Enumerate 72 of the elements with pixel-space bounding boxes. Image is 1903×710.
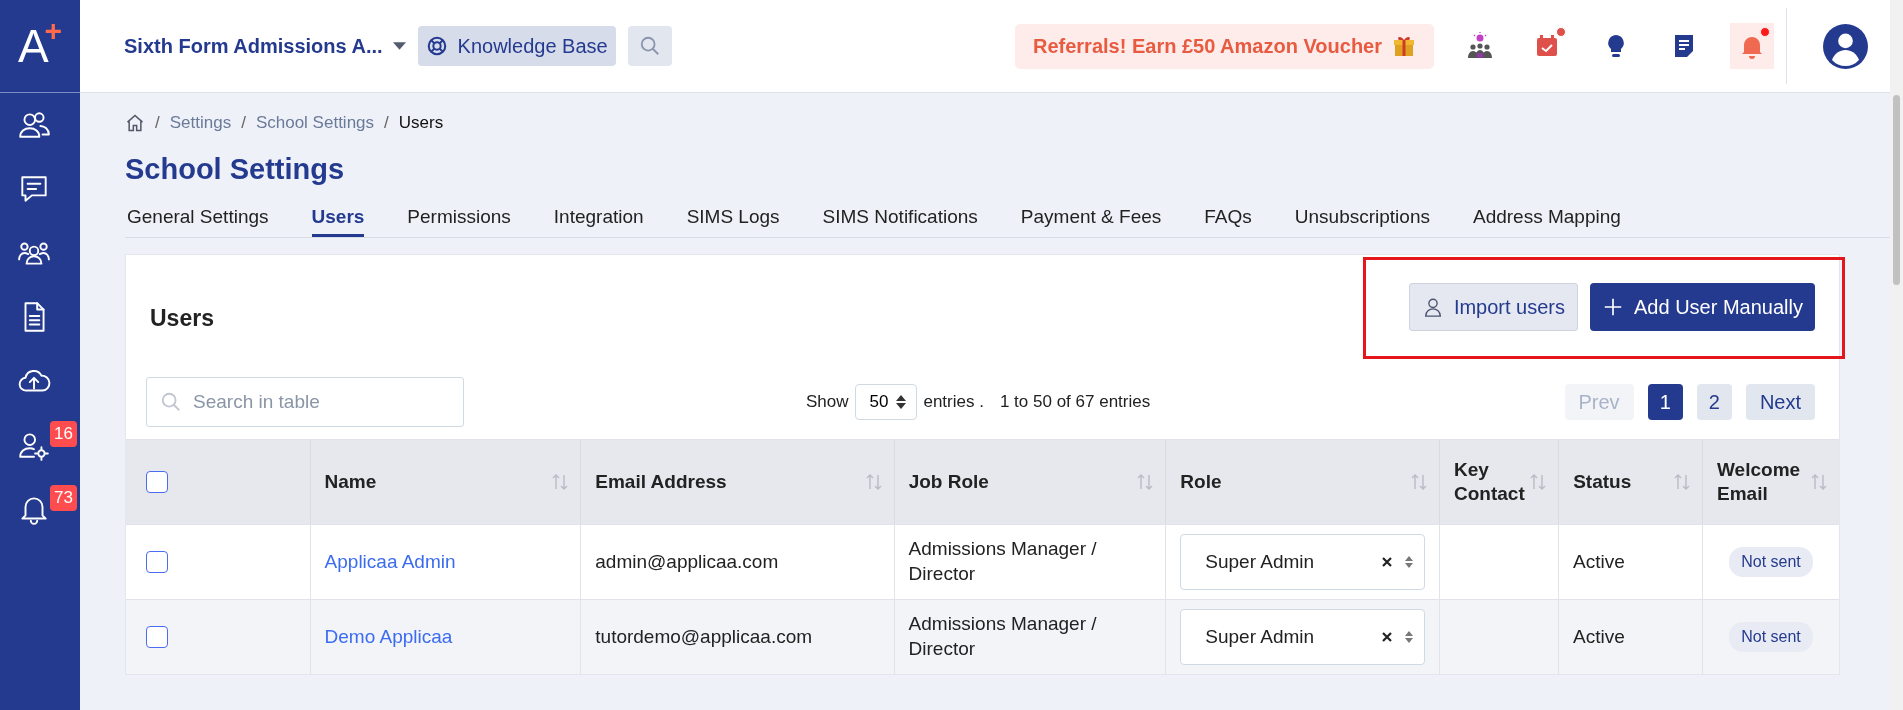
tab[interactable]: SIMS Notifications <box>822 206 978 237</box>
show-label: Show <box>806 392 849 412</box>
search-icon <box>638 35 661 57</box>
job-role-cell-text: Admissions Manager / Director <box>908 612 1098 661</box>
email-cell-text: tutordemo@applicaa.com <box>595 624 813 649</box>
count-badge: 73 <box>50 485 77 511</box>
tab[interactable]: SIMS Logs <box>686 206 780 237</box>
page-title: School Settings <box>125 153 346 186</box>
tab[interactable]: FAQs <box>1204 206 1252 237</box>
breadcrumb-link[interactable]: School Settings <box>255 113 375 133</box>
email-cell-text: admin@applicaa.com <box>595 549 779 574</box>
add-user-button[interactable]: Add User Manually <box>1590 283 1815 331</box>
notification-button[interactable] <box>1730 23 1774 69</box>
column-header[interactable]: Email Address <box>595 470 727 494</box>
breadcrumb-current: Users <box>398 113 444 133</box>
user-avatar[interactable] <box>1823 23 1868 69</box>
column-header[interactable]: Welcome Email <box>1717 458 1809 506</box>
entries-info: 1 to 50 of 67 entries <box>999 392 1151 412</box>
page-button[interactable]: 2 <box>1696 384 1732 420</box>
welcome-email-badge: Not sent <box>1729 546 1813 578</box>
row-checkbox[interactable] <box>146 626 168 648</box>
search-button[interactable] <box>627 26 672 66</box>
breadcrumb-separator: / <box>241 113 246 133</box>
page-button[interactable]: 1 <box>1647 384 1683 420</box>
updown-icon <box>1403 630 1414 644</box>
entries-label: entries . <box>923 392 984 412</box>
column-header[interactable]: Role <box>1180 470 1222 494</box>
home-icon[interactable] <box>125 113 145 133</box>
select-all-checkbox[interactable] <box>146 471 168 493</box>
role-select[interactable]: Super Admin <box>1180 609 1425 665</box>
column-header[interactable]: Job Role <box>908 470 989 494</box>
search-field[interactable]: Search in table <box>146 377 464 427</box>
user-name-link[interactable]: Applicaa Admin <box>324 549 456 575</box>
status-cell-text: Active <box>1573 549 1625 574</box>
school-selector[interactable]: Sixth Form Admissions A... <box>124 34 406 58</box>
updown-icon <box>1403 555 1414 569</box>
role-select[interactable]: Super Admin <box>1180 534 1425 590</box>
tab[interactable]: Unsubscriptions <box>1294 206 1430 237</box>
column-header[interactable]: Key Contact <box>1454 458 1529 506</box>
clear-icon[interactable] <box>1381 557 1392 567</box>
column-header[interactable]: Status <box>1573 470 1632 494</box>
scrollbar[interactable] <box>1890 0 1903 710</box>
caret-icon <box>392 41 406 51</box>
breadcrumb-separator: / <box>155 113 160 133</box>
tab[interactable]: Address Mapping <box>1472 206 1621 237</box>
gift-icon <box>1392 34 1416 58</box>
column-header[interactable]: Name <box>324 470 377 494</box>
count-badge: 16 <box>50 421 77 447</box>
breadcrumb-link[interactable]: Settings <box>169 113 232 133</box>
updown-icon <box>896 395 907 409</box>
team-idea-icon <box>1466 32 1494 60</box>
lifebuoy-icon <box>425 35 448 57</box>
user-name-link[interactable]: Demo Applicaa <box>324 624 453 650</box>
knowledge-base-button[interactable]: Knowledge Base <box>417 26 616 66</box>
welcome-email-badge: Not sent <box>1729 621 1813 653</box>
alert-dot <box>1556 27 1566 37</box>
entries-select[interactable]: 50 <box>854 384 918 420</box>
job-role-cell-text: Admissions Manager / Director <box>908 537 1098 586</box>
tab[interactable]: General Settings <box>127 206 269 237</box>
tab[interactable]: Permissions <box>407 206 511 237</box>
tab[interactable]: Users <box>311 206 365 237</box>
tab[interactable]: Integration <box>553 206 644 237</box>
pagination-nav-button[interactable]: Next <box>1745 384 1815 420</box>
breadcrumb-separator: / <box>384 113 389 133</box>
search-icon <box>160 391 182 413</box>
card-title: Users <box>150 304 214 332</box>
status-cell-text: Active <box>1573 624 1625 649</box>
import-users-button[interactable]: Import users <box>1408 283 1579 331</box>
tab[interactable]: Payment & Fees <box>1020 206 1162 237</box>
clear-icon[interactable] <box>1381 632 1392 642</box>
row-checkbox[interactable] <box>146 551 168 573</box>
alert-dot <box>1760 27 1770 37</box>
